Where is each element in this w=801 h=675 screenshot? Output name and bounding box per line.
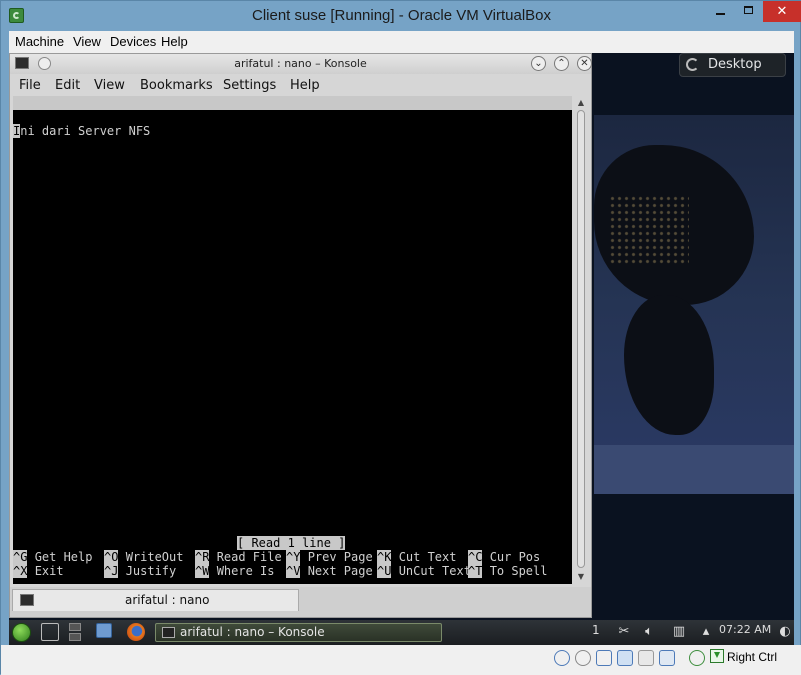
menu-view[interactable]: View	[94, 78, 125, 93]
menu-edit[interactable]: Edit	[55, 78, 80, 93]
shortcut-read-file: ^R Read File	[195, 550, 282, 564]
host-key-label[interactable]: Right Ctrl	[727, 650, 777, 664]
nano-header: GNU nano 2.3.1 File: /sharing/test	[13, 96, 572, 138]
package-manager-icon[interactable]	[41, 623, 59, 641]
minimize-icon[interactable]: ⌄	[531, 56, 546, 71]
shortcut-where-is: ^W Where Is	[195, 564, 275, 578]
clock[interactable]: 07:22 AM	[719, 623, 771, 636]
menu-machine[interactable]: Machine	[15, 34, 64, 49]
kickoff-start-icon[interactable]	[12, 623, 31, 642]
menu-view[interactable]: View	[73, 34, 101, 49]
taskbar-item-konsole[interactable]: arifatul : nano – Konsole	[155, 623, 442, 642]
terminal-area[interactable]: GNU nano 2.3.1 File: /sharing/test Ini d…	[13, 96, 572, 584]
shortcut-get-help: ^G Get Help	[13, 550, 93, 564]
activity-number[interactable]: 1	[592, 623, 600, 637]
shortcut-cut-text: ^K Cut Text	[377, 550, 457, 564]
virtualbox-statusbar: Right Ctrl	[1, 645, 801, 675]
konsole-title: arifatul : nano – Konsole	[234, 57, 367, 70]
shortcut-cur-pos: ^C Cur Pos	[468, 550, 541, 564]
battery-icon[interactable]: ▥	[671, 624, 687, 640]
konsole-tabbar: arifatul : nano	[10, 587, 591, 617]
file-manager-icon[interactable]	[96, 623, 112, 638]
maximize-icon[interactable]: ⌃	[554, 56, 569, 71]
scroll-up-icon[interactable]: ▲	[576, 98, 586, 108]
shared-folders-icon[interactable]	[638, 650, 654, 666]
menu-file[interactable]: File	[19, 78, 41, 93]
optical-drive-icon[interactable]	[575, 650, 591, 666]
shortcut-to-spell: ^T To Spell	[468, 564, 548, 578]
close-button[interactable]: ✕	[763, 1, 801, 22]
menu-help[interactable]: Help	[161, 34, 188, 49]
usb-icon[interactable]	[596, 650, 612, 666]
menu-bookmarks[interactable]: Bookmarks	[140, 78, 213, 93]
nano-version: GNU nano 2.3.1	[27, 110, 129, 124]
network-tools-icon[interactable]: ✂	[616, 624, 632, 640]
terminal-icon	[20, 594, 34, 606]
nano-filename: File: /sharing/test	[216, 124, 354, 138]
desktop-wallpaper	[594, 115, 794, 494]
shortcut-exit: ^X Exit	[13, 564, 64, 578]
shortcut-justify: ^J Justify	[104, 564, 177, 578]
menu-devices[interactable]: Devices	[110, 34, 156, 49]
close-icon[interactable]: ✕	[577, 56, 592, 71]
network-icon[interactable]	[617, 650, 633, 666]
scrollbar-thumb[interactable]	[577, 110, 585, 568]
hard-disk-icon[interactable]	[554, 650, 570, 666]
shortcut-next-page: ^V Next Page	[286, 564, 373, 578]
shortcut-writeout: ^O WriteOut	[104, 550, 184, 564]
terminal-icon	[162, 627, 175, 638]
scroll-down-icon[interactable]: ▼	[576, 572, 586, 582]
window-title: Client suse [Running] - Oracle VM Virtua…	[251, 7, 552, 24]
minimize-button[interactable]	[707, 1, 735, 22]
menu-settings[interactable]: Settings	[223, 78, 276, 93]
menu-bar: Machine View Devices Help	[9, 31, 794, 53]
session-tab[interactable]: arifatul : nano	[12, 589, 299, 611]
volume-icon[interactable]: 🔈︎	[641, 624, 657, 640]
window-titlebar[interactable]: Client suse [Running] - Oracle VM Virtua…	[1, 1, 801, 31]
display-icon[interactable]	[659, 650, 675, 666]
desktop-button-label: Desktop	[708, 57, 762, 72]
kde-panel: arifatul : nano – Konsole 1 ✂ 🔈︎ ▥ ▴ 07:…	[9, 620, 794, 645]
desktop-toolbox-button[interactable]: Desktop	[679, 53, 786, 77]
konsole-menubar: File Edit View Bookmarks Settings Help	[10, 74, 591, 96]
tray-expand-icon[interactable]: ▴	[698, 624, 714, 640]
panel-toolbox-icon[interactable]: ◐	[777, 624, 793, 640]
desktop-pager[interactable]	[69, 623, 81, 641]
menu-help[interactable]: Help	[290, 78, 320, 93]
taskbar-item-label: arifatul : nano – Konsole	[180, 625, 325, 639]
shortcut-prev-page: ^Y Prev Page	[286, 550, 373, 564]
maximize-button[interactable]	[735, 1, 763, 22]
virtualization-icon[interactable]	[689, 650, 705, 666]
firefox-icon[interactable]	[127, 623, 145, 641]
shortcut-uncut-text: ^U UnCut Text	[377, 564, 471, 578]
session-tab-label: arifatul : nano	[125, 593, 210, 607]
host-key-icon[interactable]	[710, 649, 724, 663]
file-content-line[interactable]: Ini dari Server NFS	[13, 124, 150, 138]
nano-status-message: [ Read 1 line ]	[237, 536, 346, 550]
guest-screen[interactable]: Desktop arifatul : nano – Konsole ⌄ ⌃ ✕ …	[9, 53, 794, 645]
konsole-window[interactable]: arifatul : nano – Konsole ⌄ ⌃ ✕ File Edi…	[9, 53, 592, 618]
terminal-scrollbar[interactable]: ▲ ▼	[575, 96, 587, 584]
konsole-titlebar[interactable]: arifatul : nano – Konsole ⌄ ⌃ ✕	[10, 54, 592, 74]
cashew-icon	[686, 58, 699, 71]
virtualbox-window: Client suse [Running] - Oracle VM Virtua…	[0, 0, 801, 675]
file-content-text: ni dari Server NFS	[20, 124, 151, 138]
